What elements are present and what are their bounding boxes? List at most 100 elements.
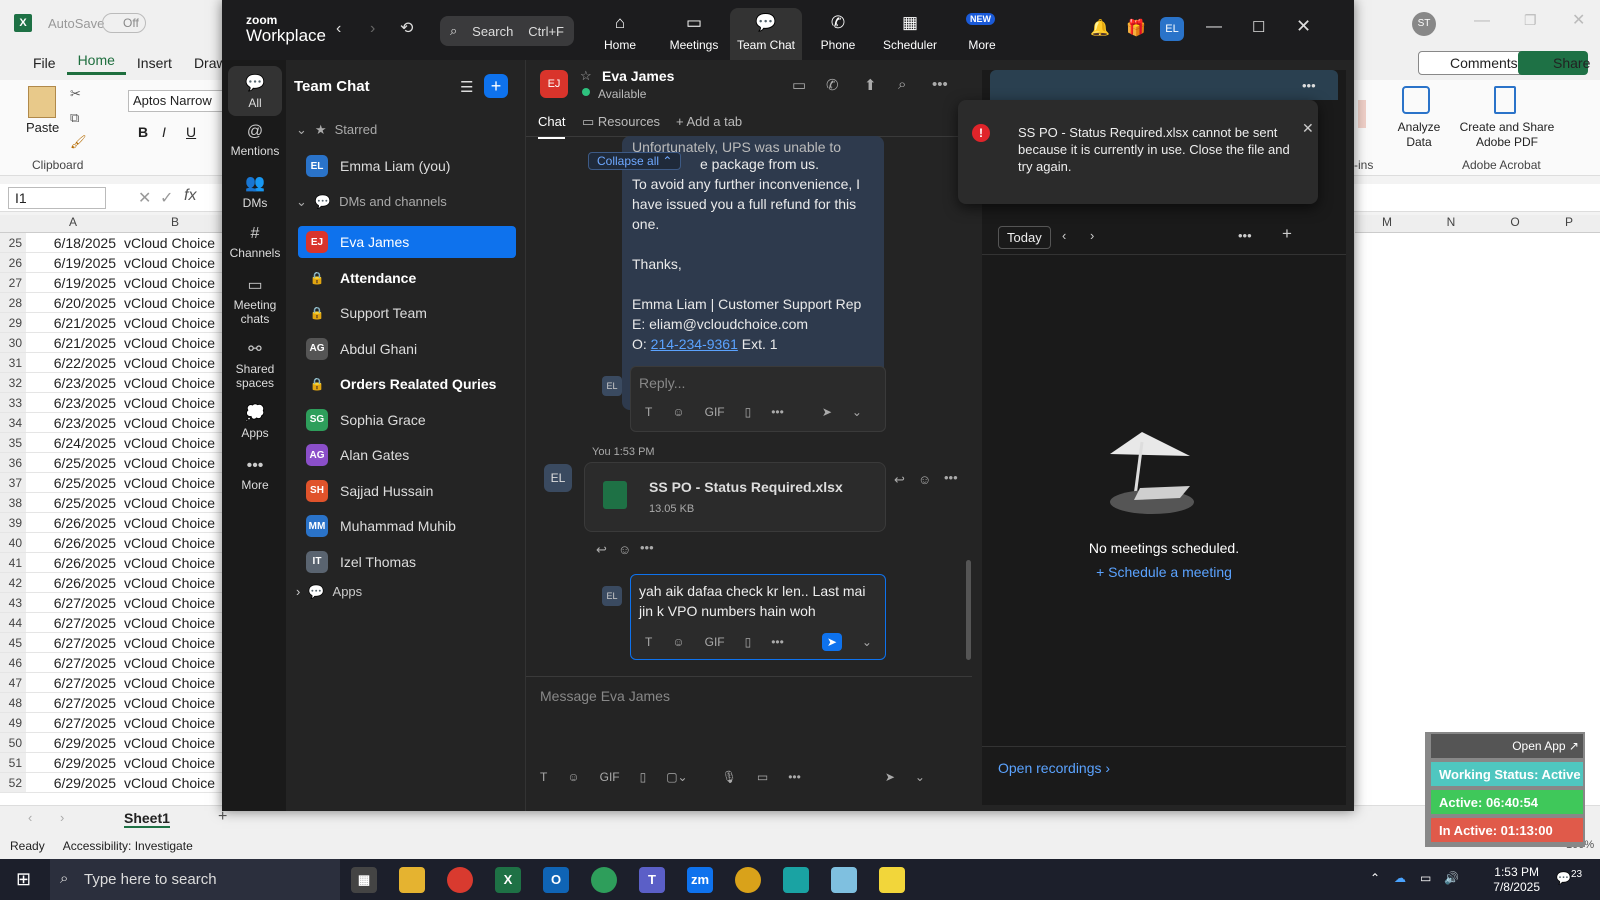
bell-icon[interactable]: 🔔 — [1090, 18, 1110, 38]
cell-a[interactable]: 6/27/2025 — [26, 675, 120, 691]
chrome-profile-icon[interactable] — [591, 866, 617, 893]
table-row[interactable]: 26 6/19/2025 vCloud Choice — [0, 253, 230, 273]
table-row[interactable]: 37 6/25/2025 vCloud Choice — [0, 473, 230, 493]
cell-a[interactable]: 6/23/2025 — [26, 415, 120, 431]
video-message-icon[interactable]: ▭ — [757, 770, 768, 784]
row-number[interactable]: 33 — [0, 393, 26, 412]
taskbar-search[interactable]: ⌕ Type here to search — [50, 859, 340, 900]
excel-user-avatar[interactable]: ST — [1412, 12, 1436, 36]
cell-b[interactable]: vCloud Choice — [120, 775, 215, 791]
column-b-header[interactable]: B — [120, 215, 230, 232]
adobe-pdf-icon[interactable] — [1494, 86, 1516, 114]
gif-icon[interactable]: GIF — [705, 635, 725, 649]
chat-item[interactable]: IT Izel Thomas — [298, 546, 516, 578]
forward-arrow-icon[interactable]: › — [370, 20, 375, 38]
team-chat-title[interactable]: Team Chat — [294, 78, 370, 95]
new-chat-plus-icon[interactable]: + — [484, 74, 508, 98]
share-button[interactable]: Share — [1518, 51, 1590, 75]
cell-b[interactable]: vCloud Choice — [120, 695, 215, 711]
back-arrow-icon[interactable]: ‹ — [336, 20, 341, 38]
more-tools-icon[interactable]: ••• — [771, 405, 784, 419]
cell-a[interactable]: 6/20/2025 — [26, 295, 120, 311]
cell-b[interactable]: vCloud Choice — [120, 755, 215, 771]
cell-b[interactable]: vCloud Choice — [120, 255, 215, 271]
menu-insert[interactable]: Insert — [126, 55, 183, 71]
add-meeting-icon[interactable]: + — [1282, 224, 1292, 244]
row-number[interactable]: 38 — [0, 493, 26, 512]
cell-a[interactable]: 6/27/2025 — [26, 715, 120, 731]
side-panel-more-icon[interactable]: ••• — [1302, 78, 1316, 93]
table-row[interactable]: 45 6/27/2025 vCloud Choice — [0, 633, 230, 653]
format-text-icon[interactable]: T — [540, 770, 547, 784]
cell-a[interactable]: 6/29/2025 — [26, 755, 120, 771]
share-screen-icon[interactable]: ⬆ — [864, 76, 877, 94]
cell-b[interactable]: vCloud Choice — [120, 615, 215, 631]
row-number[interactable]: 26 — [0, 253, 26, 272]
row-number[interactable]: 46 — [0, 653, 26, 672]
nav-dms[interactable]: 👥 DMs — [228, 172, 282, 210]
cell-a[interactable]: 6/27/2025 — [26, 595, 120, 611]
table-row[interactable]: 27 6/19/2025 vCloud Choice — [0, 273, 230, 293]
table-row[interactable]: 51 6/29/2025 vCloud Choice — [0, 753, 230, 773]
italic-icon[interactable]: I — [162, 124, 166, 140]
cell-b[interactable]: vCloud Choice — [120, 235, 215, 251]
cell-a[interactable]: 6/27/2025 — [26, 615, 120, 631]
msg-phone-link[interactable]: 214-234-9361 — [651, 336, 738, 352]
table-row[interactable]: 49 6/27/2025 vCloud Choice — [0, 713, 230, 733]
tab-home[interactable]: ⌂ Home — [584, 8, 656, 60]
chrome-profile-2-icon[interactable] — [735, 866, 761, 893]
cell-b[interactable]: vCloud Choice — [120, 675, 215, 691]
main-send-icon[interactable]: ➤ — [885, 770, 895, 784]
row-number[interactable]: 36 — [0, 453, 26, 472]
function-icon[interactable]: fx — [184, 187, 196, 205]
speaker-icon[interactable]: 🔊 — [1444, 871, 1459, 885]
comments-button[interactable]: Comments — [1418, 51, 1534, 75]
send-options-chevron-icon[interactable]: ⌄ — [852, 405, 862, 419]
cell-b[interactable]: vCloud Choice — [120, 335, 215, 351]
zoom-close-icon[interactable]: ✕ — [1296, 16, 1311, 37]
table-row[interactable]: 50 6/29/2025 vCloud Choice — [0, 733, 230, 753]
row-number[interactable]: 31 — [0, 353, 26, 372]
cell-b[interactable]: vCloud Choice — [120, 595, 215, 611]
gif-icon[interactable]: GIF — [600, 770, 620, 784]
row-number[interactable]: 41 — [0, 553, 26, 572]
cell-b[interactable]: vCloud Choice — [120, 575, 215, 591]
row-number[interactable]: 37 — [0, 473, 26, 492]
cell-b[interactable]: vCloud Choice — [120, 275, 215, 291]
zoom-user-avatar[interactable]: EL — [1160, 17, 1184, 41]
row-number[interactable]: 44 — [0, 613, 26, 632]
column-a-header[interactable]: A — [26, 215, 120, 232]
zoom-minimize-icon[interactable]: — — [1206, 18, 1222, 36]
cell-a[interactable]: 6/23/2025 — [26, 395, 120, 411]
cell-a[interactable]: 6/19/2025 — [26, 275, 120, 291]
cell-b[interactable]: vCloud Choice — [120, 395, 215, 411]
zoom-search[interactable]: ⌕ Search Ctrl+F — [440, 16, 574, 46]
cell-a[interactable]: 6/26/2025 — [26, 555, 120, 571]
row-number[interactable]: 48 — [0, 693, 26, 712]
font-name-box[interactable]: Aptos Narrow — [128, 90, 224, 112]
message-input[interactable]: Message Eva James — [540, 688, 670, 704]
thread-more-icon[interactable]: ••• — [640, 540, 654, 555]
excel-close-icon[interactable]: ✕ — [1572, 10, 1585, 30]
chat-item[interactable]: EJ Eva James — [298, 226, 516, 258]
autosave-toggle[interactable]: Off — [102, 13, 146, 33]
table-row[interactable]: 39 6/26/2025 vCloud Choice — [0, 513, 230, 533]
cell-a[interactable]: 6/21/2025 — [26, 315, 120, 331]
row-number[interactable]: 25 — [0, 233, 26, 252]
table-row[interactable]: 36 6/25/2025 vCloud Choice — [0, 453, 230, 473]
nav-all[interactable]: 💬 All — [228, 66, 282, 116]
cell-a[interactable]: 6/26/2025 — [26, 515, 120, 531]
cell-a[interactable]: 6/27/2025 — [26, 655, 120, 671]
error-notification[interactable]: ! SS PO - Status Required.xlsx cannot be… — [958, 100, 1318, 204]
column-o-header[interactable]: O — [1483, 215, 1547, 232]
chat-search-icon[interactable]: ⌕ — [898, 76, 906, 93]
cell-a[interactable]: 6/27/2025 — [26, 635, 120, 651]
table-row[interactable]: 25 6/18/2025 vCloud Choice — [0, 233, 230, 253]
cell-b[interactable]: vCloud Choice — [120, 375, 215, 391]
excel-minimize-icon[interactable]: — — [1474, 12, 1490, 30]
filter-icon[interactable]: ☰ — [460, 78, 473, 96]
chat-item[interactable]: SG Sophia Grace — [298, 404, 516, 436]
row-number[interactable]: 29 — [0, 313, 26, 332]
excel-restore-icon[interactable]: ❐ — [1524, 12, 1537, 29]
open-app-button[interactable]: Open App ↗ — [1431, 734, 1583, 758]
